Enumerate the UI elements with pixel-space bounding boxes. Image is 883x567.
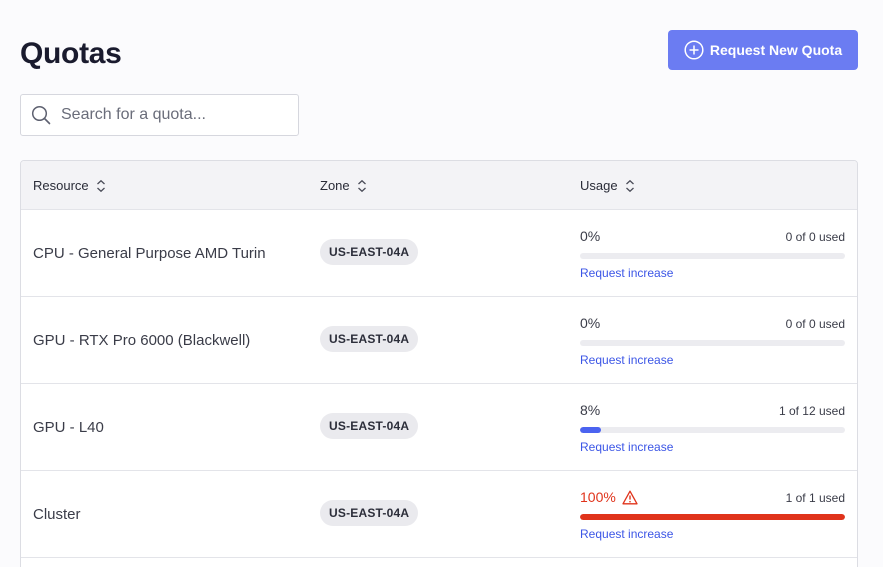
- zone-badge: US-EAST-04A: [320, 413, 419, 439]
- usage-count: 1 of 12 used: [778, 404, 845, 418]
- table-row: GPU - L40 US-EAST-04A 8% 1 of 12 used Re…: [21, 384, 857, 471]
- usage-progress-bar: [580, 427, 845, 433]
- usage-progress-fill: [580, 427, 602, 433]
- request-increase-link[interactable]: Request increase: [580, 266, 673, 280]
- zone-badge: US-EAST-04A: [320, 500, 419, 526]
- search-box[interactable]: [20, 94, 299, 136]
- resource-name: CPU - General Purpose AMD Turin: [33, 245, 266, 262]
- sort-icon: [624, 179, 636, 193]
- usage-percent: 8%: [580, 402, 600, 418]
- resource-name: Cluster: [33, 506, 81, 523]
- request-increase-link[interactable]: Request increase: [580, 527, 673, 541]
- table-header: Resource Zone Usage: [21, 161, 857, 210]
- quotas-page: Quotas Request New Quota Resource: [0, 0, 883, 567]
- sort-icon: [95, 179, 107, 193]
- usage-progress-fill: [580, 514, 845, 520]
- request-increase-link[interactable]: Request increase: [580, 440, 673, 454]
- table-row: GPU - RTX Pro 6000 (Blackwell) US-EAST-0…: [21, 297, 857, 384]
- usage-percent-value: 0%: [580, 228, 601, 244]
- sort-icon: [356, 179, 368, 193]
- usage-percent: 100%: [580, 489, 638, 505]
- column-header-usage[interactable]: Usage: [580, 161, 636, 210]
- usage-percent: 0%: [580, 315, 600, 331]
- page-title: Quotas: [20, 37, 122, 70]
- column-header-usage-label: Usage: [580, 178, 618, 193]
- column-header-resource-label: Resource: [33, 178, 89, 193]
- zone-badge: US-EAST-04A: [320, 239, 419, 265]
- usage-percent-value: 100%: [580, 489, 616, 505]
- usage-percent: 0%: [580, 228, 600, 244]
- usage-progress-bar: [580, 514, 845, 520]
- usage-count: 0 of 0 used: [785, 230, 845, 244]
- usage-percent-value: 0%: [580, 315, 601, 331]
- request-new-quota-label: Request New Quota: [709, 42, 843, 58]
- table-row: CPU - General Purpose AMD Turin US-EAST-…: [21, 210, 857, 297]
- request-increase-link[interactable]: Request increase: [580, 353, 673, 367]
- usage-progress-bar: [580, 340, 845, 346]
- search-icon: [31, 105, 51, 125]
- request-new-quota-button[interactable]: Request New Quota: [668, 30, 858, 70]
- plus-circle-icon: [684, 40, 704, 60]
- usage-count: 1 of 1 used: [785, 491, 845, 505]
- usage-count: 0 of 0 used: [785, 317, 845, 331]
- usage-progress-bar: [580, 253, 845, 259]
- usage-percent-value: 8%: [580, 402, 601, 418]
- table-row: Cluster US-EAST-04A 100% 1 of 1 used Req…: [21, 471, 857, 558]
- column-header-resource[interactable]: Resource: [33, 161, 107, 210]
- resource-name: GPU - L40: [33, 419, 104, 436]
- search-input[interactable]: [61, 106, 281, 124]
- warning-triangle-icon: [622, 490, 638, 505]
- resource-name: GPU - RTX Pro 6000 (Blackwell): [33, 332, 251, 349]
- column-header-zone-label: Zone: [320, 178, 350, 193]
- column-header-zone[interactable]: Zone: [320, 161, 368, 210]
- quotas-table: Resource Zone Usage CPU - General Purpos…: [20, 160, 858, 567]
- zone-badge: US-EAST-04A: [320, 326, 419, 352]
